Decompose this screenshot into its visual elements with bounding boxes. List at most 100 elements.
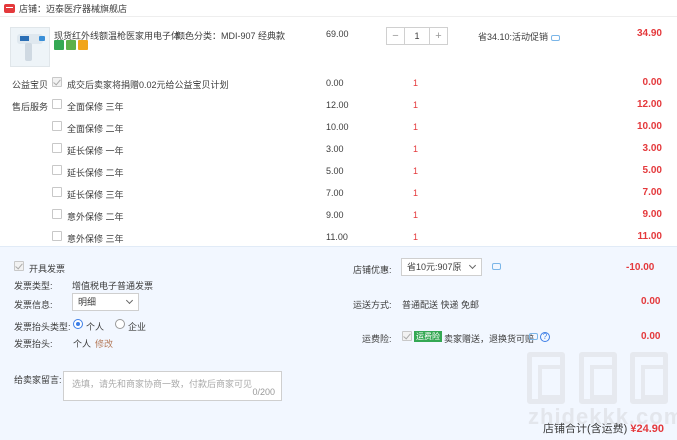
personal-radio[interactable] bbox=[73, 319, 83, 329]
message-label: 给卖家留言: bbox=[14, 375, 62, 385]
insurance-value: 卖家赠送，退换货可赔 bbox=[444, 334, 535, 344]
insurance-checkbox[interactable] bbox=[402, 331, 412, 341]
invoice-type-label: 发票类型: bbox=[14, 281, 53, 291]
guarantee-badge bbox=[66, 40, 76, 50]
invoice-title-value: 个人 bbox=[73, 339, 92, 349]
charity-row: 公益宝贝 成交后卖家将捐赠0.02元给公益宝贝计划 0.00 1 0.00 bbox=[0, 74, 677, 94]
aftersale-price: 9.00 bbox=[326, 210, 344, 220]
message-placeholder: 选填，请先和商家协商一致，付款后商家可见 bbox=[72, 379, 253, 389]
aftersale-name: 意外保修 三年 bbox=[67, 234, 124, 244]
aftersale-total: 9.00 bbox=[642, 209, 662, 220]
aftersale-total: 12.00 bbox=[636, 99, 662, 110]
aftersale-checkbox[interactable] bbox=[52, 187, 62, 197]
aftersale-total: 5.00 bbox=[642, 165, 662, 176]
aftersale-checkbox[interactable] bbox=[52, 209, 62, 219]
aftersale-checkbox[interactable] bbox=[52, 143, 62, 153]
shop-discount-label: 店铺优惠: bbox=[353, 265, 392, 275]
aftersale-row[interactable]: 延长保修 三年 7.00 1 7.00 bbox=[0, 184, 677, 204]
aftersale-checkbox[interactable] bbox=[52, 121, 62, 131]
aftersale-total: 3.00 bbox=[642, 143, 662, 154]
quantity-stepper[interactable]: − 1 + bbox=[386, 27, 448, 45]
promo-info: 省34.10:活动促销 bbox=[478, 30, 561, 43]
shop-discount-select[interactable]: 省10元:907原 bbox=[401, 258, 482, 276]
aftersale-row[interactable]: 全面保修 二年 10.00 1 10.00 bbox=[0, 118, 677, 138]
card-badge bbox=[78, 40, 88, 50]
decrease-button[interactable]: − bbox=[387, 28, 404, 44]
message-counter: 0/200 bbox=[252, 387, 275, 397]
invoice-title-label: 发票抬头: bbox=[14, 339, 53, 349]
aftersale-checkbox[interactable] bbox=[52, 165, 62, 175]
aftersale-row[interactable]: 延长保修 一年 3.00 1 3.00 bbox=[0, 140, 677, 160]
aftersale-name: 延长保修 二年 bbox=[67, 168, 124, 178]
aftersale-price: 7.00 bbox=[326, 188, 344, 198]
watermark-text: zhidekkk.com bbox=[528, 404, 677, 429]
order-items: 现货红外线额温枪医家用电子体... 颜色分类：MDI-907 经典款 69.00… bbox=[0, 18, 677, 246]
invoice-title-type-label: 发票抬头类型: bbox=[14, 322, 71, 332]
product-sku: 颜色分类：MDI-907 经典款 bbox=[176, 31, 286, 41]
thermometer-handle bbox=[25, 43, 32, 61]
aftersale-row[interactable]: 延长保修 二年 5.00 1 5.00 bbox=[0, 162, 677, 182]
shop-discount-amount: -10.00 bbox=[626, 262, 655, 273]
insurance-amount: 0.00 bbox=[641, 331, 661, 342]
thermometer-tip bbox=[39, 36, 45, 41]
aftersale-qty: 1 bbox=[413, 232, 419, 242]
aftersale-price: 11.00 bbox=[326, 232, 348, 242]
chat-icon[interactable] bbox=[551, 34, 561, 41]
aftersale-qty: 1 bbox=[413, 188, 419, 198]
aftersale-name: 延长保修 三年 bbox=[67, 190, 124, 200]
thermometer-screen bbox=[20, 36, 29, 41]
chat-icon[interactable] bbox=[529, 333, 538, 340]
invoice-type-value: 增值税电子普通发票 bbox=[72, 281, 154, 291]
personal-label[interactable]: 个人 bbox=[86, 320, 104, 333]
aftersale-row[interactable]: 售后服务 全面保修 三年 12.00 1 12.00 bbox=[0, 96, 677, 116]
quantity-input[interactable]: 1 bbox=[404, 28, 430, 44]
invoice-edit-link[interactable]: 修改 bbox=[95, 337, 113, 350]
store-icon bbox=[4, 3, 15, 13]
aftersale-total: 10.00 bbox=[636, 121, 662, 132]
watermark-logo bbox=[630, 352, 668, 404]
seven-day-return-badge bbox=[54, 40, 64, 50]
aftersale-qty: 1 bbox=[413, 210, 419, 220]
shipping-label: 运送方式: bbox=[353, 300, 392, 310]
aftersale-row[interactable]: 意外保修 三年 11.00 1 11.00 bbox=[0, 228, 677, 248]
company-label[interactable]: 企业 bbox=[128, 320, 146, 333]
charity-total: 0.00 bbox=[642, 77, 662, 88]
insurance-label: 运费险: bbox=[362, 334, 392, 344]
product-badges bbox=[54, 40, 88, 50]
aftersale-name: 意外保修 二年 bbox=[67, 212, 124, 222]
aftersale-qty: 1 bbox=[413, 144, 419, 154]
aftersale-qty: 1 bbox=[413, 166, 419, 176]
company-radio[interactable] bbox=[115, 319, 125, 329]
invoice-checkbox[interactable] bbox=[14, 261, 24, 271]
chat-icon[interactable] bbox=[492, 263, 501, 270]
product-total: 34.90 bbox=[636, 28, 662, 39]
message-input[interactable]: 选填，请先和商家协商一致，付款后商家可见 0/200 bbox=[63, 371, 282, 401]
aftersale-name: 全面保修 二年 bbox=[67, 124, 124, 134]
invoice-info-select[interactable]: 明细 bbox=[72, 293, 139, 311]
invoice-info-label: 发票信息: bbox=[14, 300, 53, 310]
watermark-logo bbox=[579, 352, 617, 404]
aftersale-total: 7.00 bbox=[642, 187, 662, 198]
charity-qty: 1 bbox=[413, 78, 419, 88]
invoice-open-label: 开具发票 bbox=[29, 264, 66, 274]
increase-button[interactable]: + bbox=[430, 28, 447, 44]
aftersale-checkbox[interactable] bbox=[52, 99, 62, 109]
aftersale-checkbox[interactable] bbox=[52, 231, 62, 241]
aftersale-name: 全面保修 三年 bbox=[67, 102, 124, 112]
chevron-down-icon bbox=[125, 296, 134, 305]
shop-discount-value: 省10元:907原 bbox=[407, 262, 462, 272]
aftersale-row[interactable]: 意外保修 二年 9.00 1 9.00 bbox=[0, 206, 677, 226]
aftersale-qty: 1 bbox=[413, 100, 419, 110]
product-image[interactable] bbox=[10, 27, 50, 67]
charity-checkbox bbox=[52, 77, 62, 87]
product-price: 69.00 bbox=[326, 29, 349, 39]
shop-name[interactable]: 店铺：迈泰医疗器械旗舰店 bbox=[19, 2, 127, 15]
help-icon[interactable]: ? bbox=[540, 332, 550, 342]
watermark-logo bbox=[527, 352, 565, 404]
aftersale-price: 12.00 bbox=[326, 100, 349, 110]
aftersale-qty: 1 bbox=[413, 122, 419, 132]
shipping-value: 普通配送 快递 免邮 bbox=[402, 300, 480, 310]
charity-name: 成交后卖家将捐赠0.02元给公益宝贝计划 bbox=[67, 80, 229, 90]
aftersale-name: 延长保修 一年 bbox=[67, 146, 124, 156]
insurance-tag: 运费险 bbox=[414, 331, 442, 342]
